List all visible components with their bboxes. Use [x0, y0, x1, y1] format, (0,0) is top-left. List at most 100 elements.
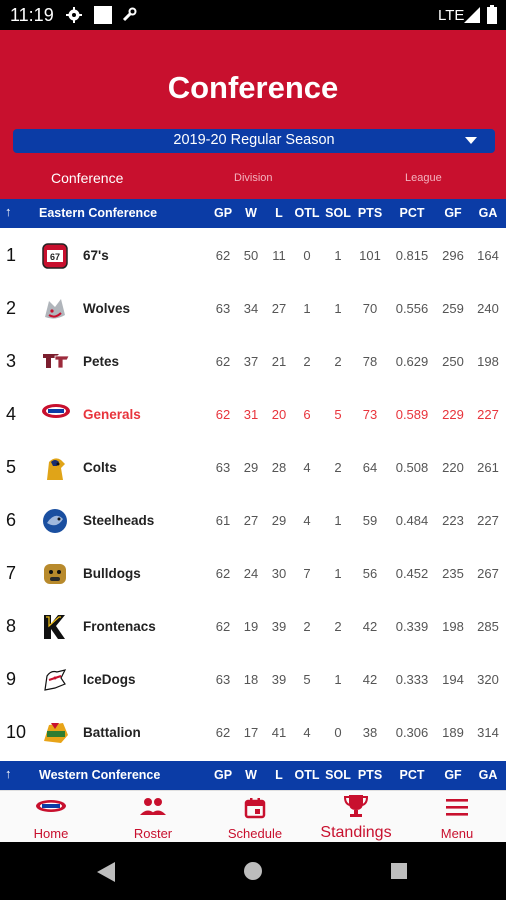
table-row[interactable]: 6 Steelheads 61 27 29 4 1 59 0.484 223 227	[0, 494, 506, 547]
nav-standings-label: Standings	[320, 824, 392, 841]
cell-pts: 78	[362, 354, 378, 369]
frontenacs-logo-icon	[41, 613, 71, 641]
tab-conference[interactable]: Conference	[51, 170, 123, 186]
home-icon[interactable]	[244, 862, 262, 880]
col-header-pts[interactable]: PTS	[354, 206, 386, 220]
cell-sol: 1	[334, 566, 342, 581]
calendar-icon	[244, 798, 266, 819]
col-header-w[interactable]: W	[240, 768, 262, 782]
team-name: Bulldogs	[83, 566, 141, 581]
cell-l: 28	[271, 460, 287, 475]
table-row[interactable]: 8 Frontenacs 62 19 39 2 2 42 0.339 198 285	[0, 600, 506, 653]
cell-gf: 189	[442, 725, 464, 740]
season-dropdown[interactable]: 2019-20 Regular Season	[13, 129, 495, 153]
nav-home[interactable]: Home	[12, 791, 90, 843]
cell-l: 39	[271, 672, 287, 687]
team-name: 67's	[83, 248, 109, 263]
rank: 9	[6, 669, 17, 689]
header: Conference 2019-20 Regular Season Confer…	[0, 30, 506, 200]
cell-otl: 0	[303, 248, 311, 263]
nav-home-label: Home	[33, 826, 69, 841]
generals-logo-icon	[41, 401, 71, 429]
cell-pts: 42	[362, 619, 378, 634]
steelheads-logo-icon	[41, 507, 71, 535]
nav-schedule[interactable]: Schedule	[216, 791, 294, 843]
rank: 1	[6, 245, 17, 265]
cell-w: 27	[243, 513, 259, 528]
table-row[interactable]: 7 Bulldogs 62 24 30 7 1 56 0.452 235 267	[0, 547, 506, 600]
cell-pct: 0.452	[395, 566, 429, 581]
tab-league[interactable]: League	[405, 172, 442, 184]
trophy-icon	[343, 795, 369, 817]
col-header-gp[interactable]: GP	[211, 768, 235, 782]
rank: 3	[6, 351, 17, 371]
status-bar: 11:19 LTE	[0, 0, 506, 30]
col-header-otl[interactable]: OTL	[294, 206, 320, 220]
cell-ga: 285	[477, 619, 499, 634]
col-header-sol[interactable]: SOL	[324, 768, 352, 782]
svg-text:67: 67	[50, 252, 60, 262]
cell-gp: 62	[215, 566, 231, 581]
col-header-ga[interactable]: GA	[474, 206, 502, 220]
col-header-sol[interactable]: SOL	[324, 206, 352, 220]
67s-logo-icon: 67	[41, 242, 71, 270]
table-row[interactable]: 10 Battalion 62 17 41 4 0 38 0.306 189 314	[0, 706, 506, 759]
table-row[interactable]: 4 Generals 62 31 20 6 5 73 0.589 229 227	[0, 388, 506, 441]
western-conference-header[interactable]: ↑ Western Conference GP W L OTL SOL PTS …	[0, 761, 506, 790]
col-header-l[interactable]: L	[268, 768, 290, 782]
sort-arrow-icon: ↑	[5, 204, 12, 219]
tab-division[interactable]: Division	[234, 172, 273, 184]
table-row[interactable]: 1 67 67's 62 50 11 0 1 101 0.815 296 164	[0, 229, 506, 282]
cell-ga: 261	[477, 460, 499, 475]
col-header-pts[interactable]: PTS	[354, 768, 386, 782]
col-header-gf[interactable]: GF	[439, 206, 467, 220]
col-header-gp[interactable]: GP	[211, 206, 235, 220]
cell-otl: 2	[303, 619, 311, 634]
cell-pts: 64	[362, 460, 378, 475]
cell-w: 31	[243, 407, 259, 422]
battery-icon	[487, 5, 497, 29]
eastern-conference-header[interactable]: ↑ Eastern Conference GP W L OTL SOL PTS …	[0, 199, 506, 228]
cell-w: 24	[243, 566, 259, 581]
cell-sol: 1	[334, 672, 342, 687]
menu-icon	[446, 799, 468, 816]
col-header-pct[interactable]: PCT	[392, 768, 432, 782]
conference-title: Western Conference	[39, 768, 161, 782]
back-icon[interactable]	[97, 862, 115, 887]
cell-pts: 73	[362, 407, 378, 422]
table-row[interactable]: 5 Colts 63 29 28 4 2 64 0.508 220 261	[0, 441, 506, 494]
sort-arrow-icon: ↑	[5, 766, 12, 781]
team-name: Wolves	[83, 301, 131, 316]
col-header-l[interactable]: L	[268, 206, 290, 220]
cell-l: 30	[271, 566, 287, 581]
cell-pts: 56	[362, 566, 378, 581]
cell-pts: 42	[362, 672, 378, 687]
col-header-otl[interactable]: OTL	[294, 768, 320, 782]
table-row[interactable]: 2 Wolves 63 34 27 1 1 70 0.556 259 240	[0, 282, 506, 335]
col-header-pct[interactable]: PCT	[392, 206, 432, 220]
cell-gf: 296	[442, 248, 464, 263]
nav-roster-label: Roster	[133, 826, 173, 841]
col-header-ga[interactable]: GA	[474, 768, 502, 782]
people-icon	[140, 798, 166, 815]
cell-sol: 2	[334, 619, 342, 634]
nav-menu[interactable]: Menu	[418, 791, 496, 843]
rank: 5	[6, 457, 17, 477]
cell-gf: 198	[442, 619, 464, 634]
recent-apps-icon[interactable]	[391, 863, 407, 879]
cell-l: 39	[271, 619, 287, 634]
cell-l: 41	[271, 725, 287, 740]
cell-gp: 63	[215, 672, 231, 687]
cell-gp: 62	[215, 407, 231, 422]
cell-sol: 1	[334, 513, 342, 528]
team-name: Frontenacs	[83, 619, 156, 634]
table-row[interactable]: 9 IceDogs 63 18 39 5 1 42 0.333 194 320	[0, 653, 506, 706]
cell-otl: 5	[303, 672, 311, 687]
table-row[interactable]: 3 Petes 62 37 21 2 2 78 0.629 250 198	[0, 335, 506, 388]
nav-roster[interactable]: Roster	[114, 791, 192, 843]
cell-l: 29	[271, 513, 287, 528]
col-header-w[interactable]: W	[240, 206, 262, 220]
nav-standings[interactable]: Standings	[308, 791, 404, 843]
col-header-gf[interactable]: GF	[439, 768, 467, 782]
team-name: Colts	[83, 460, 117, 475]
